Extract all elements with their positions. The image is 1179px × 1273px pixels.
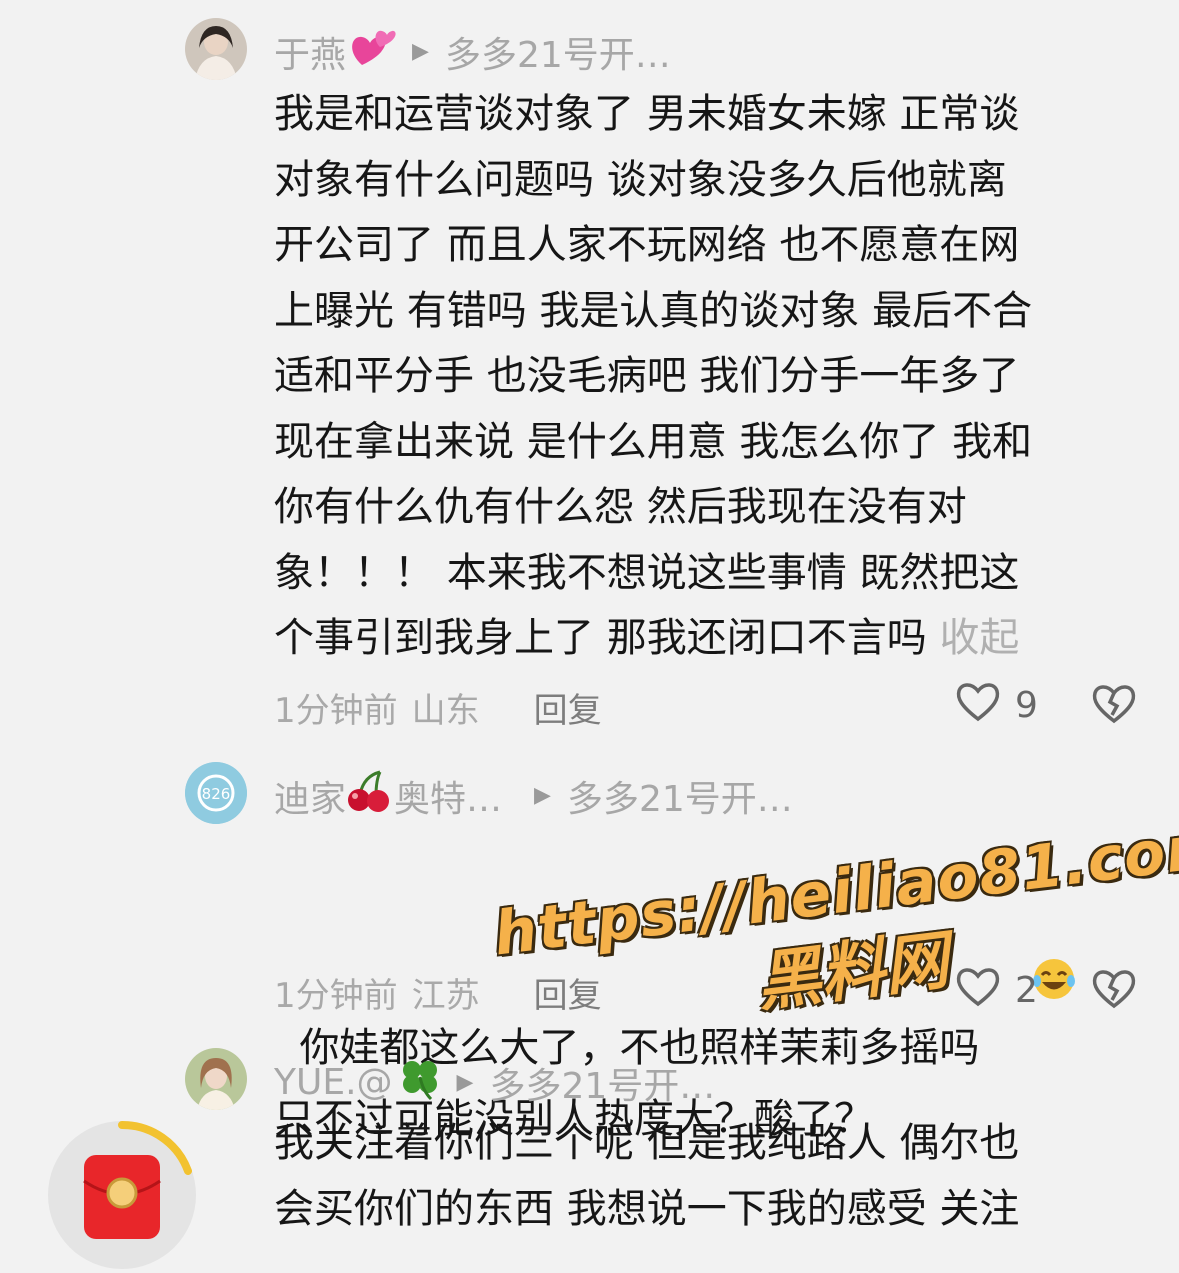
cherry-emoji-icon: [346, 768, 394, 823]
svg-text:826: 826: [202, 785, 231, 803]
broken-heart-icon: [1092, 970, 1136, 1009]
dislike-button[interactable]: [1090, 967, 1138, 1013]
username[interactable]: 迪家: [274, 770, 346, 822]
broken-heart-icon: [1092, 685, 1136, 724]
play-icon: ▶: [412, 39, 429, 64]
like-count: 2: [1015, 970, 1038, 1011]
comment-location: 山东: [411, 691, 480, 731]
username[interactable]: 于燕: [274, 26, 346, 78]
comment-header: 于燕 ▶ 多多21号开…: [274, 25, 671, 78]
like-button[interactable]: 9: [955, 680, 1038, 731]
red-envelope-icon: [83, 1120, 192, 1239]
reply-target[interactable]: 多多21号开…: [445, 26, 671, 78]
dislike-button[interactable]: [1090, 682, 1138, 728]
collapse-button[interactable]: 收起: [939, 615, 1019, 661]
comment-header: YUE.@ ▶ 多多21号开…: [274, 1055, 715, 1110]
username[interactable]: YUE.@: [274, 1062, 393, 1103]
comment-text: 我关注着你们三个呢 但是我纯路人 偶尔也 会买你们的东西 我想说一下我的感受 关…: [274, 1120, 1020, 1232]
comment-location: 江苏: [411, 976, 480, 1016]
reply-button[interactable]: 回复: [534, 683, 602, 732]
avatar[interactable]: [185, 1048, 247, 1110]
clover-emoji-icon: [397, 1055, 443, 1110]
heart-icon: [955, 965, 1001, 1016]
reply-target[interactable]: 多多21号开…: [567, 770, 793, 822]
like-button[interactable]: 2: [955, 965, 1038, 1016]
like-count: 9: [1015, 685, 1038, 726]
comment-time: 1分钟前: [274, 976, 398, 1016]
play-icon: ▶: [534, 783, 551, 808]
heart-emoji-icon: [350, 25, 398, 78]
comment-time: 1分钟前: [274, 691, 398, 731]
red-packet-button[interactable]: [48, 1120, 196, 1269]
heart-icon: [955, 680, 1001, 731]
comment-header: 迪家 奥特… ▶ 多多21号开…: [274, 768, 793, 823]
avatar[interactable]: [185, 18, 247, 80]
comment-footer: 1分钟前 山东 回复: [274, 683, 602, 732]
comment-footer: 1分钟前 江苏 回复: [274, 968, 602, 1017]
play-icon: ▶: [456, 1070, 474, 1095]
reply-button[interactable]: 回复: [534, 968, 602, 1017]
reply-target[interactable]: 多多21号开…: [489, 1057, 715, 1109]
avatar[interactable]: 826: [185, 762, 247, 824]
username-suffix[interactable]: 奥特…: [394, 770, 502, 822]
comment-text: 我是和运营谈对象了 男未婚女未嫁 正常谈 对象有什么问题吗 谈对象没多久后他就离…: [274, 91, 1033, 661]
